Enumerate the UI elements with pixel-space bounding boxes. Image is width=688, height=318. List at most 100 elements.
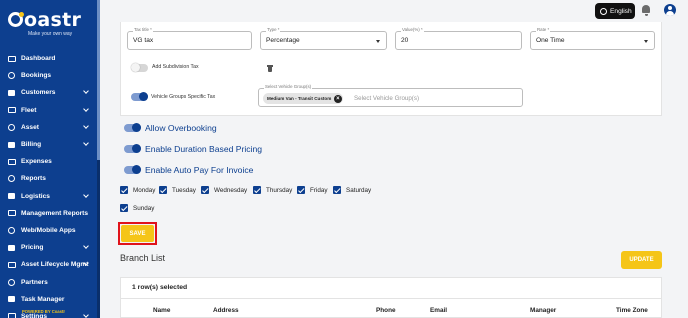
chevron-down-icon — [83, 191, 89, 198]
tax-title-label: Tax title * — [133, 27, 153, 32]
management-reports-icon — [7, 209, 16, 217]
sidebar-item-label: Expenses — [21, 158, 52, 166]
value-percent-label: Value(%) * — [401, 27, 424, 32]
day-label: Thursday — [266, 186, 293, 194]
sidebar-item-management-reports[interactable]: Management Reports — [0, 205, 97, 222]
allow-overbooking-label: Allow Overbooking — [145, 123, 217, 133]
sidebar-item-label: Asset — [21, 123, 39, 131]
sidebar-item-asset[interactable]: Asset — [0, 119, 97, 136]
vehicle-groups-tax-toggle[interactable] — [131, 92, 148, 101]
branch-table: 1 row(s) selected Name Address Phone Ema… — [120, 277, 662, 318]
duration-pricing-toggle[interactable] — [124, 144, 141, 153]
logistics-icon — [7, 192, 16, 200]
column-header-name[interactable]: Name — [153, 307, 170, 314]
sidebar-item-task-manager[interactable]: Task Manager — [0, 291, 97, 308]
bell-icon[interactable] — [641, 4, 651, 16]
logo-mark-icon — [8, 12, 24, 27]
sidebar-item-label: Web/Mobile Apps — [21, 226, 76, 234]
sidebar-item-asset-lifecycle-mgmt[interactable]: Asset Lifecycle Mgmt — [0, 256, 97, 273]
column-header-address[interactable]: Address — [213, 307, 239, 314]
sidebar-item-bookings[interactable]: Bookings — [0, 67, 97, 84]
day-checkbox-sunday[interactable]: Sunday — [120, 204, 154, 212]
day-label: Saturday — [346, 186, 372, 194]
sidebar-item-label: Dashboard — [21, 55, 56, 63]
chevron-down-icon — [83, 243, 89, 249]
dashboard-icon — [7, 55, 16, 63]
sidebar-item-fleet[interactable]: Fleet — [0, 102, 97, 119]
sidebar-item-label: Customers — [21, 89, 56, 97]
day-label: Sunday — [133, 204, 155, 212]
chevron-down-icon — [83, 311, 89, 318]
checkbox-checked-icon — [159, 186, 167, 194]
day-checkbox-wednesday[interactable]: Wednesday — [201, 186, 247, 194]
language-button[interactable]: English — [595, 3, 635, 19]
sidebar-item-label: Pricing — [21, 244, 44, 252]
type-label: Type * — [266, 27, 281, 32]
column-header-time-zone[interactable]: Time Zone — [616, 307, 648, 314]
globe-icon — [600, 7, 607, 15]
task-manager-icon — [7, 295, 16, 303]
top-bar: English — [100, 0, 688, 22]
save-button[interactable]: SAVE — [121, 225, 154, 242]
expenses-icon — [7, 158, 16, 166]
type-value: Percentage — [266, 37, 300, 44]
tax-title-value: VG tax — [133, 37, 154, 44]
checkbox-checked-icon — [201, 186, 209, 194]
tax-title-field[interactable]: Tax title * VG tax — [127, 27, 252, 50]
rate-label: Rate * — [536, 27, 551, 32]
day-checkbox-saturday[interactable]: Saturday — [333, 186, 371, 194]
checkbox-checked-icon — [297, 186, 305, 194]
user-avatar-icon[interactable] — [664, 4, 676, 16]
sidebar-item-label: Asset Lifecycle Mgmt — [21, 261, 89, 269]
brand-name: oastr — [24, 9, 82, 31]
allow-overbooking-toggle[interactable] — [124, 123, 141, 132]
sidebar-scrollbar-thumb[interactable] — [97, 0, 100, 160]
brand-logo[interactable]: oastr Make your own way — [8, 10, 92, 40]
column-header-email[interactable]: Email — [430, 307, 447, 314]
sidebar-item-label: Task Manager — [21, 295, 65, 303]
chevron-down-icon — [83, 105, 89, 112]
sidebar-item-label: Management Reports — [21, 209, 89, 217]
day-checkbox-monday[interactable]: Monday — [120, 186, 155, 194]
sidebar-item-web-mobile-apps[interactable]: Web/Mobile Apps — [0, 222, 97, 239]
auto-pay-toggle[interactable] — [124, 165, 141, 174]
table-divider — [121, 298, 661, 299]
add-subdivision-label: Add Subdivision Tax — [152, 64, 199, 70]
day-label: Friday — [310, 186, 328, 194]
sidebar-item-billing[interactable]: Billing — [0, 136, 97, 153]
value-percent-value: 20 — [401, 37, 409, 44]
vehicle-group-placeholder: Select Vehicle Group(s) — [354, 95, 419, 102]
day-checkbox-friday[interactable]: Friday — [297, 186, 328, 194]
chevron-down-icon — [376, 40, 380, 43]
checkbox-checked-icon — [333, 186, 341, 194]
sidebar-item-logistics[interactable]: Logistics — [0, 188, 97, 205]
sidebar-item-expenses[interactable]: Expenses — [0, 153, 97, 170]
trash-icon[interactable] — [267, 65, 273, 72]
chevron-down-icon — [83, 122, 89, 129]
day-checkbox-tuesday[interactable]: Tuesday — [159, 186, 196, 194]
duration-pricing-label: Enable Duration Based Pricing — [145, 144, 263, 154]
column-header-manager[interactable]: Manager — [530, 307, 556, 314]
close-icon[interactable]: × — [333, 94, 342, 103]
vehicle-group-select-label: Select Vehicle Group(s) — [264, 84, 313, 89]
day-checkbox-thursday[interactable]: Thursday — [253, 186, 292, 194]
sidebar-item-label: Partners — [21, 278, 48, 286]
update-button[interactable]: UPDATE — [621, 251, 662, 269]
sidebar: oastr Make your own way Dashboard Booking… — [0, 0, 100, 318]
vehicle-group-chip[interactable]: Medium Van - Transit Custom × — [263, 93, 344, 104]
type-select[interactable]: Type * Percentage — [260, 27, 387, 50]
day-label: Tuesday — [172, 186, 196, 194]
sidebar-item-partners[interactable]: Partners — [0, 273, 97, 290]
rate-select[interactable]: Rate * One Time — [530, 27, 655, 50]
sidebar-scrollbar[interactable] — [97, 0, 100, 318]
checkbox-checked-icon — [253, 186, 261, 194]
value-percent-field[interactable]: Value(%) * 20 — [395, 27, 522, 50]
sidebar-item-pricing[interactable]: Pricing — [0, 239, 97, 256]
sidebar-item-dashboard[interactable]: Dashboard — [0, 50, 97, 67]
sidebar-item-label: Fleet — [21, 106, 37, 114]
sidebar-item-customers[interactable]: Customers — [0, 84, 97, 101]
column-header-phone[interactable]: Phone — [376, 307, 396, 314]
sidebar-item-reports[interactable]: Reports — [0, 170, 97, 187]
add-subdivision-toggle[interactable] — [131, 63, 148, 72]
vehicle-group-select[interactable]: Select Vehicle Group(s) Medium Van - Tra… — [258, 84, 523, 107]
